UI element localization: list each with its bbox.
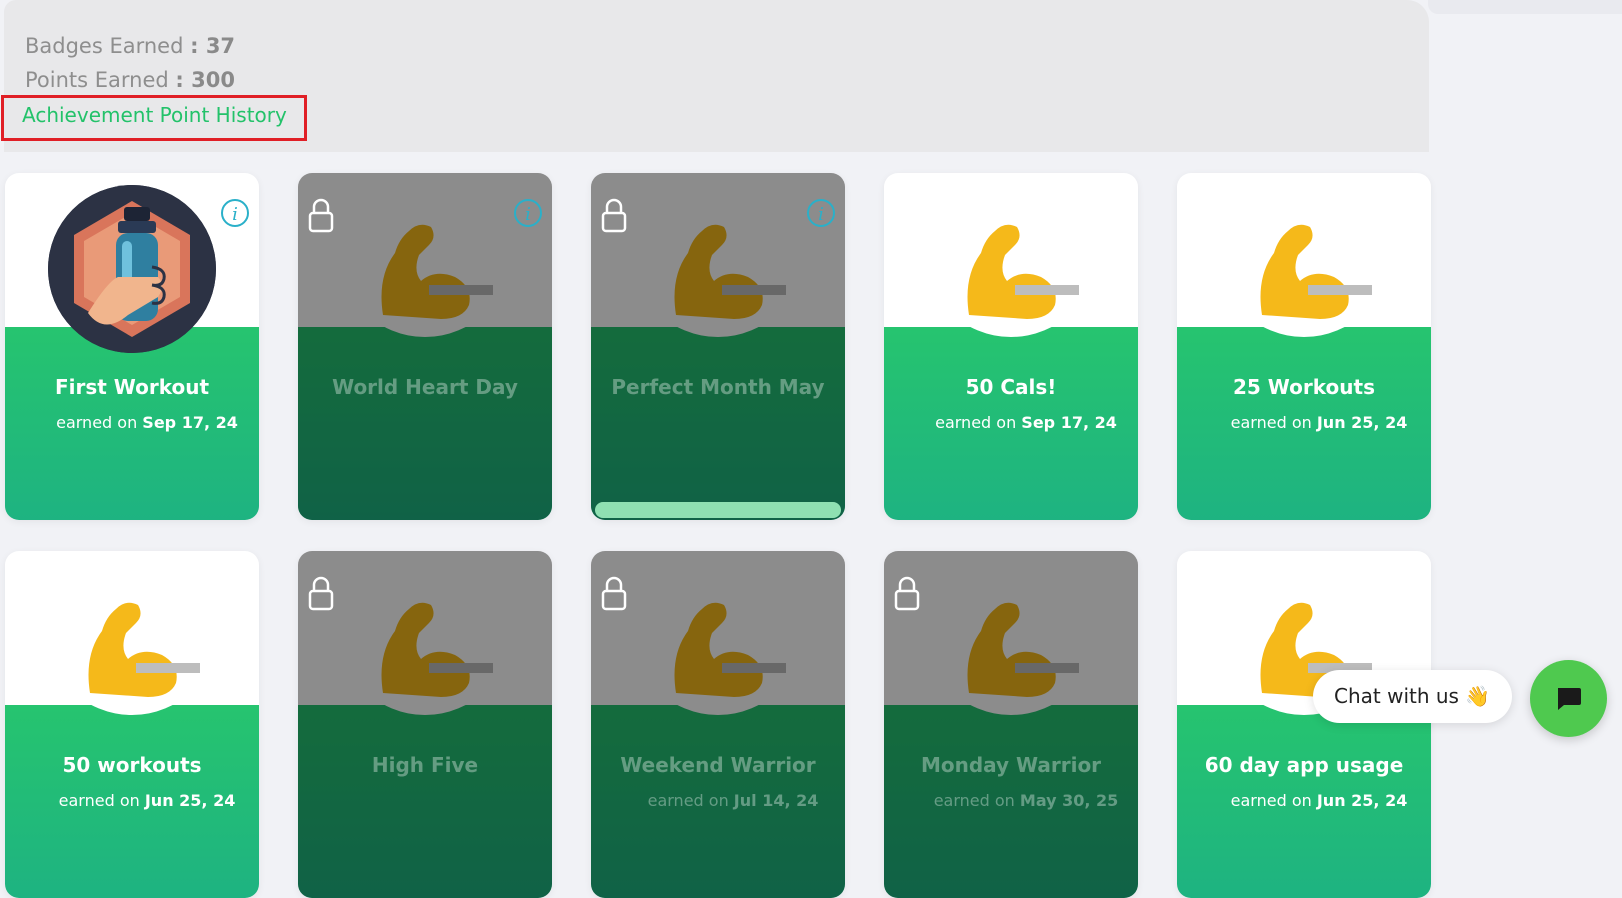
badge-title: 50 workouts [62,753,202,777]
badge-earned-date: earned on May 30, 25 [933,791,1119,810]
flexed-biceps-icon [381,602,493,697]
lock-icon [894,576,920,611]
badge-card-high-five[interactable]: High Five [298,551,552,898]
flexed-biceps-icon [381,224,493,319]
badge-card-perfect-month-may[interactable]: i Perfect Month May [591,173,845,520]
lock-icon [601,198,627,233]
badge-earned-date: earned on Jun 25, 24 [1230,791,1408,810]
flexed-biceps-icon [1260,224,1372,319]
badge-title: First Workout [54,375,210,399]
info-icon[interactable]: i [221,199,249,227]
badge-card-footer [298,327,552,520]
badge-earned-date: earned on Sep 17, 24 [935,413,1117,432]
info-icon[interactable]: i [514,199,542,227]
badge-card-footer [298,705,552,898]
badge-card-50-workouts[interactable]: 50 workouts earned on Jun 25, 24 [5,551,259,898]
flexed-biceps-icon [674,602,786,697]
badge-card-monday-warrior[interactable]: Monday Warrior earned on May 30, 25 [884,551,1138,898]
badge-progress-bar [595,502,841,518]
lock-icon [308,198,334,233]
badge-title: 60 day app usage [1204,753,1404,777]
badge-card-25-workouts[interactable]: 25 Workouts earned on Jun 25, 24 [1177,173,1431,520]
chat-bubble-icon [1558,688,1581,710]
badge-title: 50 Cals! [965,375,1057,399]
badge-earned-date: earned on Sep 17, 24 [56,413,238,432]
lock-icon [601,576,627,611]
flexed-biceps-icon [88,602,200,697]
badge-title: Perfect Month May [611,375,825,399]
badge-title: Monday Warrior [920,753,1102,777]
badge-card-60-day-app-usage[interactable]: 60 day app usage earned on Jun 25, 24 [1177,551,1431,898]
badge-card-weekend-warrior[interactable]: Weekend Warrior earned on Jul 14, 24 [591,551,845,898]
points-earned-text: Points Earned : 300 [25,68,235,92]
water-bottle-icon [48,185,216,353]
achievement-point-history-link[interactable]: Achievement Point History [22,103,287,127]
chat-launcher-button[interactable] [1530,660,1607,737]
badge-title: World Heart Day [332,375,518,399]
badge-title: 25 Workouts [1233,375,1375,399]
badge-earned-date: earned on Jul 14, 24 [647,791,819,810]
lock-icon [308,576,334,611]
badge-card-first-workout[interactable]: i First Workout earned on Sep 17, 24 [5,173,259,520]
top-right-strip [1428,0,1622,14]
info-icon[interactable]: i [807,199,835,227]
badge-earned-date: earned on Jun 25, 24 [1230,413,1408,432]
badges-earned-text: Badges Earned : 37 [25,34,236,58]
badge-title: High Five [371,753,479,777]
flexed-biceps-icon [967,602,1079,697]
chat-with-us-bubble[interactable]: Chat with us 👋 [1313,670,1512,723]
badge-card-footer [591,327,845,520]
badge-earned-date: earned on Jun 25, 24 [58,791,236,810]
badge-card-world-heart-day[interactable]: i World Heart Day [298,173,552,520]
flexed-biceps-icon [967,224,1079,319]
badge-title: Weekend Warrior [620,753,816,777]
flexed-biceps-icon [674,224,786,319]
badge-card-50-cals[interactable]: 50 Cals! earned on Sep 17, 24 [884,173,1138,520]
